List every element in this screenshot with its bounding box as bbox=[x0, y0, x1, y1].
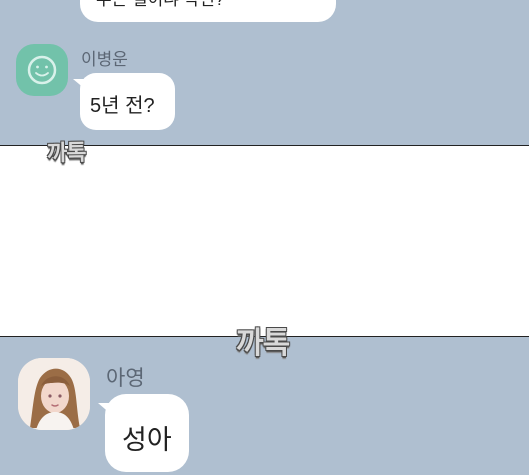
message-text-previous: 무슨 일이냐 작년? bbox=[96, 0, 224, 12]
message-bubble-previous: 무슨 일이냐 작년? bbox=[80, 0, 336, 22]
sender-name: 아영 bbox=[106, 367, 145, 390]
message-bubble: 성아 bbox=[105, 394, 189, 472]
message-text: 5년 전? bbox=[90, 95, 155, 117]
avatar[interactable] bbox=[16, 44, 68, 96]
sound-effect-text: 까톡 bbox=[236, 326, 290, 361]
message-text: 성아 bbox=[122, 425, 172, 455]
sender-name: 이병운 bbox=[81, 50, 128, 69]
message-bubble: 5년 전? bbox=[80, 73, 175, 130]
avatar[interactable] bbox=[18, 358, 90, 430]
sound-effect-text: 까톡 bbox=[46, 140, 86, 167]
